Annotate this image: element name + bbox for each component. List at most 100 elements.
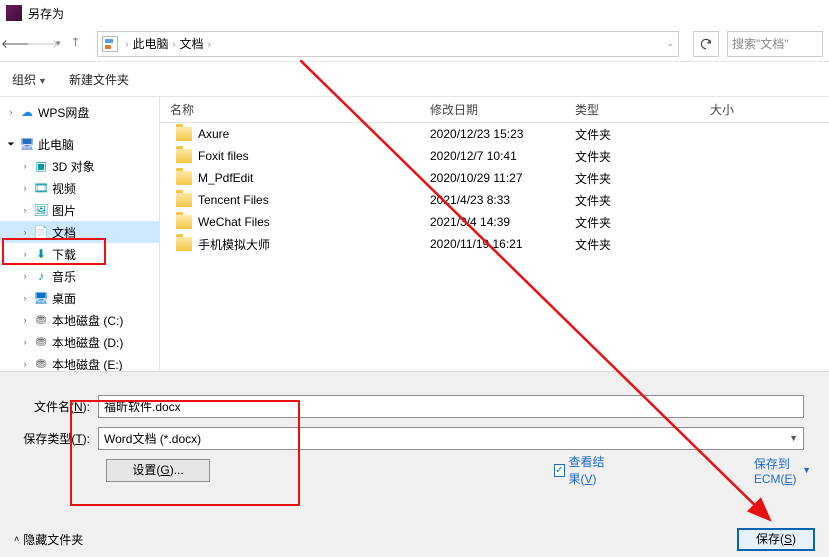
- sidebar-item-disk[interactable]: ›⛃本地磁盘 (C:): [0, 309, 159, 331]
- checkbox-icon: ✓: [554, 464, 564, 477]
- nav-toolbar: 🡐 🡒 ▾ 🡑 › 此电脑 › 文档 › ⌄ 搜索"文档": [0, 26, 829, 62]
- folder-icon: [176, 127, 192, 141]
- table-row[interactable]: M_PdfEdit2020/10/29 11:27文件夹: [160, 167, 829, 189]
- folder-icon: [176, 237, 192, 251]
- sidebar-item-cloud[interactable]: ›☁WPS网盘: [0, 101, 159, 123]
- table-row[interactable]: WeChat Files 2021/3/4 14:39文件夹: [160, 211, 829, 233]
- file-date: 2020/11/19 16:21: [420, 237, 565, 251]
- sidebar-item-disk[interactable]: ›⛃本地磁盘 (D:): [0, 331, 159, 353]
- new-folder-button[interactable]: 新建文件夹: [69, 71, 129, 88]
- tree-arrow-icon: ›: [20, 359, 30, 369]
- location-icon: [102, 36, 118, 52]
- file-name: 手机模拟大师: [198, 236, 270, 253]
- desktop-icon: 🖥: [33, 290, 49, 306]
- sidebar-item-desktop[interactable]: ›🖥桌面: [0, 287, 159, 309]
- sidebar-item-label: 本地磁盘 (E:): [52, 356, 123, 372]
- sidebar-item-label: 图片: [52, 202, 76, 219]
- cloud-icon: ☁: [19, 104, 35, 120]
- column-headers: 名称 修改日期 类型 大小: [160, 97, 829, 123]
- tree-arrow-icon: ›: [20, 337, 30, 347]
- file-name: Tencent Files: [198, 193, 269, 207]
- col-date[interactable]: 修改日期: [420, 101, 565, 118]
- save-panel: 文件名(N): 保存类型(T): Word文档 (*.docx) ▼ 设置(G)…: [0, 371, 829, 521]
- doc-icon: 📄: [33, 224, 49, 240]
- up-button[interactable]: 🡑: [65, 33, 87, 55]
- sidebar-item-label: 视频: [52, 180, 76, 197]
- sidebar-item-label: 此电脑: [38, 136, 74, 153]
- tree-arrow-icon: ›: [20, 183, 30, 193]
- dl-icon: ⬇: [33, 246, 49, 262]
- sidebar-item-label: 桌面: [52, 290, 76, 307]
- tree-arrow-icon: ›: [6, 107, 16, 117]
- table-row[interactable]: Tencent Files 2021/4/23 8:33文件夹: [160, 189, 829, 211]
- organize-button[interactable]: 组织▼: [12, 71, 47, 88]
- filename-input[interactable]: [98, 395, 804, 418]
- sidebar-item-doc[interactable]: ›📄文档: [0, 221, 159, 243]
- file-type: 文件夹: [565, 170, 700, 187]
- tree-arrow-icon: ›: [20, 227, 30, 237]
- file-date: 2021/4/23 8:33: [420, 193, 565, 207]
- path-segment-docs[interactable]: 文档: [180, 35, 204, 52]
- breadcrumb[interactable]: › 此电脑 › 文档 › ⌄: [97, 31, 679, 57]
- col-name[interactable]: 名称: [160, 101, 420, 118]
- sidebar-item-dl[interactable]: ›⬇下载: [0, 243, 159, 265]
- save-to-ecm-link[interactable]: 保存到ECM(E) ▼: [754, 455, 811, 486]
- filename-label: 文件名(N):: [18, 398, 98, 415]
- file-name: Foxit files: [198, 149, 249, 163]
- sidebar-item-3d[interactable]: ›▣3D 对象: [0, 155, 159, 177]
- folder-icon: [176, 193, 192, 207]
- sidebar-item-pc[interactable]: ⏷🖥此电脑: [0, 133, 159, 155]
- file-type: 文件夹: [565, 236, 700, 253]
- save-button[interactable]: 保存(S): [737, 528, 815, 551]
- tree-arrow-icon: ›: [20, 315, 30, 325]
- sidebar-item-disk[interactable]: ›⛃本地磁盘 (E:): [0, 353, 159, 371]
- sidebar-item-pic[interactable]: ›🖼图片: [0, 199, 159, 221]
- sidebar-item-video[interactable]: ›🎞视频: [0, 177, 159, 199]
- back-button[interactable]: 🡐: [6, 33, 28, 55]
- file-type: 文件夹: [565, 214, 700, 231]
- video-icon: 🎞: [33, 180, 49, 196]
- command-bar: 组织▼ 新建文件夹: [0, 62, 829, 96]
- pc-icon: 🖥: [19, 136, 35, 152]
- file-name: M_PdfEdit: [198, 171, 253, 185]
- col-type[interactable]: 类型: [565, 101, 700, 118]
- chevron-up-icon: ˄: [14, 534, 19, 544]
- sidebar-item-label: WPS网盘: [38, 104, 89, 121]
- history-dropdown[interactable]: ▾: [56, 38, 61, 49]
- col-size[interactable]: 大小: [700, 101, 780, 118]
- sidebar-item-label: 文档: [52, 224, 76, 241]
- table-row[interactable]: 手机模拟大师 2020/11/19 16:21文件夹: [160, 233, 829, 255]
- path-segment-pc[interactable]: 此电脑: [133, 35, 169, 52]
- file-date: 2020/12/23 15:23: [420, 127, 565, 141]
- file-date: 2021/3/4 14:39: [420, 215, 565, 229]
- tree-arrow-icon: ›: [20, 249, 30, 259]
- folder-icon: [176, 215, 192, 229]
- table-row[interactable]: Axure2020/12/23 15:23文件夹: [160, 123, 829, 145]
- search-input[interactable]: 搜索"文档": [727, 31, 823, 57]
- hide-folders-button[interactable]: ˄ 隐藏文件夹: [14, 531, 83, 548]
- chevron-right-icon: ›: [173, 39, 176, 49]
- refresh-button[interactable]: [693, 31, 719, 57]
- table-row[interactable]: Foxit files2020/12/7 10:41文件夹: [160, 145, 829, 167]
- settings-button[interactable]: 设置(G)...: [106, 459, 210, 482]
- forward-button[interactable]: 🡒: [32, 33, 54, 55]
- filetype-select[interactable]: Word文档 (*.docx) ▼: [98, 427, 804, 450]
- filetype-value: Word文档 (*.docx): [104, 430, 201, 447]
- refresh-icon: [699, 37, 713, 51]
- file-type: 文件夹: [565, 192, 700, 209]
- app-icon: [6, 5, 22, 21]
- chevron-right-icon: ›: [126, 39, 129, 49]
- file-name: WeChat Files: [198, 215, 270, 229]
- view-result-checkbox[interactable]: ✓ 查看结果(V): [554, 453, 606, 487]
- pic-icon: 🖼: [33, 202, 49, 218]
- tree-arrow-icon: ›: [20, 161, 30, 171]
- path-dropdown-icon[interactable]: ⌄: [666, 38, 674, 49]
- sidebar-item-music[interactable]: ›♪音乐: [0, 265, 159, 287]
- sidebar-item-label: 3D 对象: [52, 158, 95, 175]
- sidebar-item-label: 本地磁盘 (C:): [52, 312, 123, 329]
- 3d-icon: ▣: [33, 158, 49, 174]
- disk-icon: ⛃: [33, 312, 49, 328]
- file-list: 名称 修改日期 类型 大小 Axure2020/12/23 15:23文件夹Fo…: [160, 97, 829, 371]
- sidebar-item-label: 音乐: [52, 268, 76, 285]
- music-icon: ♪: [33, 268, 49, 284]
